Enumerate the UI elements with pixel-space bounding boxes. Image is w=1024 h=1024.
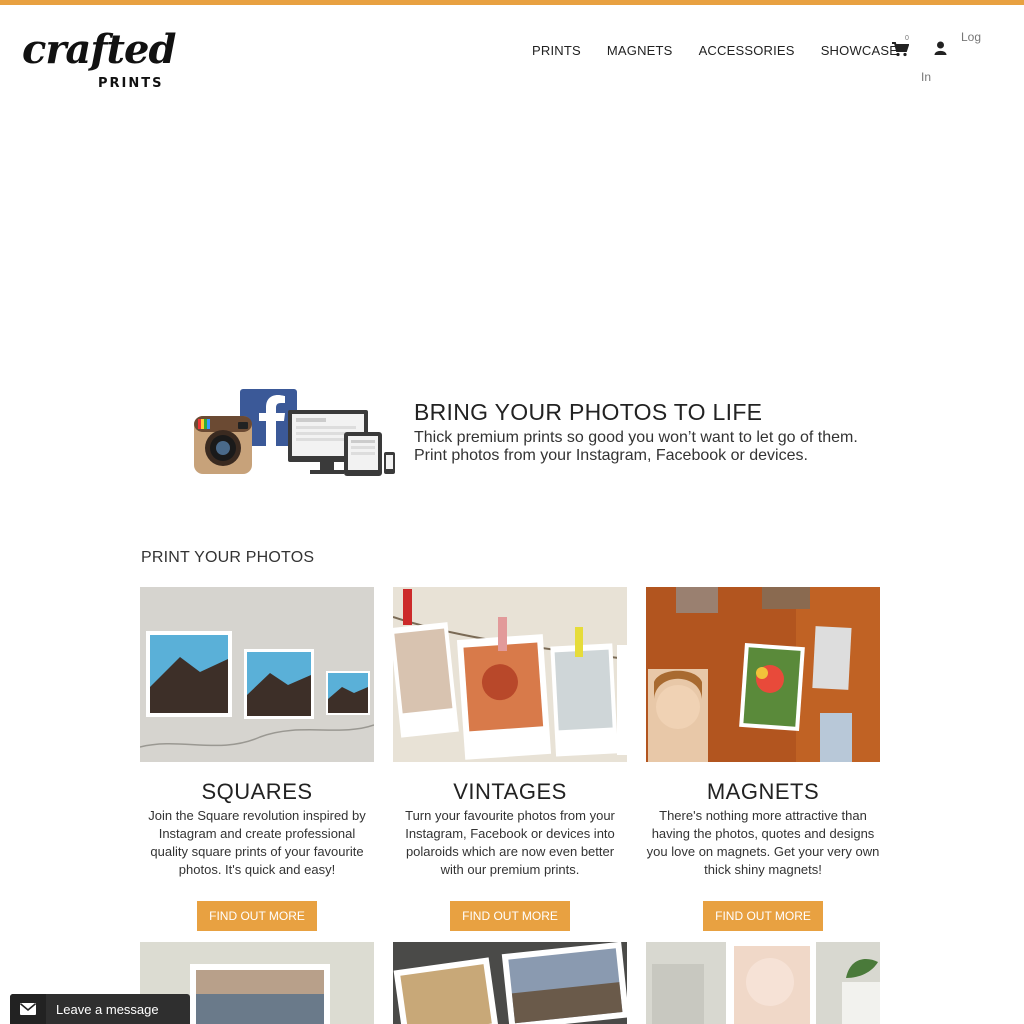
social-devices-graphic: [194, 389, 395, 476]
product-card-squares: SQUARES Join the Square revolution inspi…: [139, 587, 375, 931]
card-description: There's nothing more attractive than hav…: [646, 808, 880, 877]
cart-count-badge: 0: [905, 35, 909, 42]
logo-subtitle: PRINTS: [98, 76, 164, 91]
card-title: SQUARES: [201, 779, 313, 804]
product-photo-row2-3[interactable]: [646, 942, 880, 1024]
find-out-more-squares-button[interactable]: FIND OUT MORE: [197, 901, 317, 931]
cart-icon[interactable]: [891, 41, 909, 57]
product-card-vintages: VINTAGES Turn your favourite photos from…: [389, 587, 628, 931]
promo-title: BRING YOUR PHOTOS TO LIFE: [414, 399, 763, 425]
site-logo[interactable]: crafted PRINTS: [22, 26, 176, 96]
envelope-icon: [20, 1003, 36, 1015]
card-description: Join the Square revolution inspired by I…: [148, 808, 366, 877]
main-nav: PRINTS MAGNETS ACCESSORIES SHOWCASE: [532, 43, 924, 58]
chat-icon-box: [10, 994, 46, 1024]
tablet-icon: [344, 432, 382, 476]
find-out-more-vintages-button[interactable]: FIND OUT MORE: [450, 901, 570, 931]
logo-script: crafted: [22, 26, 176, 73]
card-title: VINTAGES: [453, 779, 567, 804]
card-title: MAGNETS: [706, 779, 820, 804]
find-out-more-magnets-button[interactable]: FIND OUT MORE: [703, 901, 823, 931]
vintages-photo[interactable]: [389, 587, 628, 762]
user-icon[interactable]: [934, 41, 947, 55]
promo-text-line-2: Print photos from your Instagram, Facebo…: [414, 447, 808, 464]
card-description: Turn your favourite photos from your Ins…: [405, 808, 615, 877]
nav-magnets[interactable]: MAGNETS: [607, 43, 673, 58]
section-title: PRINT YOUR PHOTOS: [141, 549, 315, 566]
squares-photo[interactable]: [139, 587, 375, 762]
instagram-icon: [194, 416, 252, 474]
top-accent-bar: [0, 0, 1024, 5]
nav-prints[interactable]: PRINTS: [532, 43, 581, 58]
phone-icon: [384, 452, 395, 474]
nav-showcase[interactable]: SHOWCASE: [821, 43, 898, 58]
product-card-magnets: MAGNETS There's nothing more attractive …: [646, 587, 880, 931]
login-link[interactable]: Log: [961, 30, 981, 44]
product-photo-row2-2[interactable]: [393, 942, 627, 1024]
login-link-wrapped[interactable]: In: [921, 70, 931, 84]
promo-text-line-1: Thick premium prints so good you won’t w…: [414, 429, 858, 446]
chat-label: Leave a message: [56, 1001, 159, 1017]
nav-accessories[interactable]: ACCESSORIES: [699, 43, 795, 58]
chat-widget[interactable]: Leave a message: [10, 994, 190, 1024]
magnets-photo[interactable]: [646, 587, 880, 762]
